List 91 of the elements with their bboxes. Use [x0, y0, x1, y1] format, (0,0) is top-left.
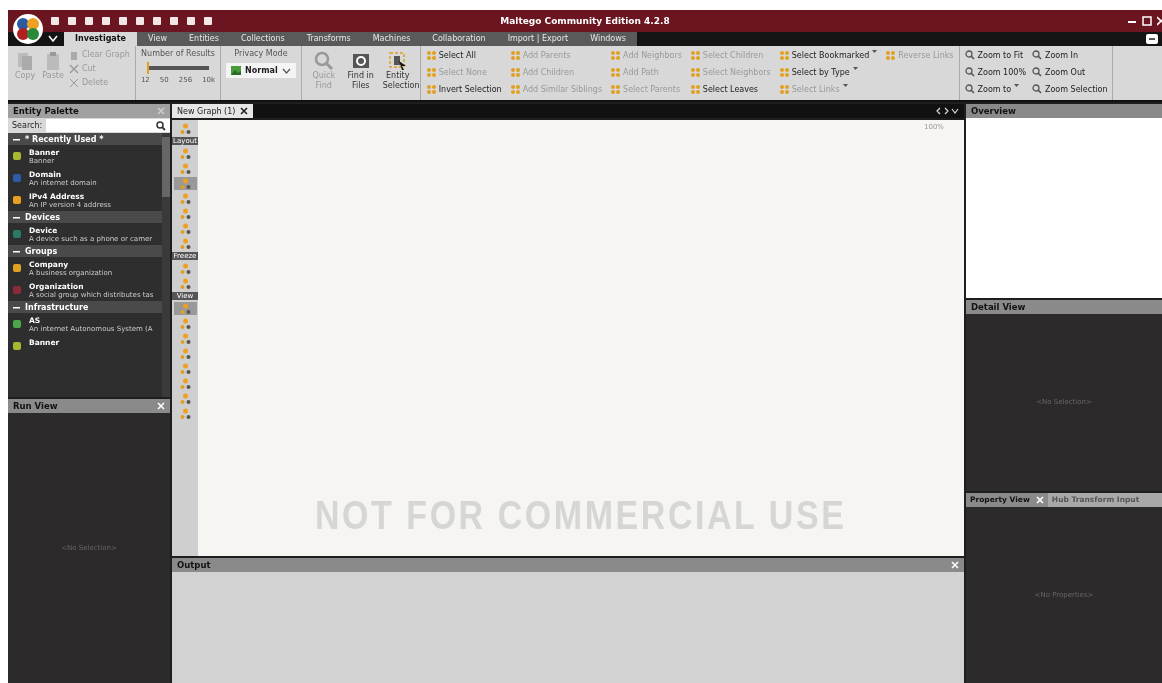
selection-button[interactable]: Invert Selection [425, 83, 502, 95]
ribbon-tab[interactable]: View [137, 32, 178, 46]
zoom-button[interactable]: Zoom to Fit [964, 49, 1026, 61]
nodes-icon [425, 50, 436, 60]
nodes-icon [179, 208, 191, 219]
maximize-icon[interactable] [1142, 16, 1152, 26]
cross-icon [68, 77, 79, 88]
nodes-icon [179, 238, 191, 249]
nodes-icon [778, 67, 789, 77]
nodes-icon [509, 84, 520, 94]
magnifier-icon [964, 67, 975, 77]
nodes-icon [179, 193, 191, 204]
nodes-icon [179, 348, 191, 359]
nodes-icon [610, 50, 621, 60]
group-label: Privacy Mode [234, 49, 288, 58]
zoom-button[interactable]: Zoom 100% [964, 66, 1026, 78]
nodes-icon [179, 363, 191, 374]
nodes-icon [425, 67, 436, 77]
image-icon [231, 66, 242, 75]
search-field[interactable] [46, 119, 170, 132]
nodes-icon [179, 223, 191, 234]
panel-title: Output [177, 560, 212, 570]
nodes-icon [509, 67, 520, 77]
ribbon-tab[interactable]: Investigate [64, 32, 137, 46]
nodes-icon [689, 84, 700, 94]
graph-tool-button[interactable] [173, 302, 197, 315]
selection-button[interactable]: Select Bookmarked [778, 49, 878, 61]
magnifier-icon [1032, 67, 1042, 77]
search-icon [156, 120, 166, 131]
document-search-button[interactable]: Find in Files [343, 49, 378, 93]
nodes-icon [179, 333, 191, 344]
zoom-button[interactable]: Zoom In [1032, 49, 1108, 61]
nodes-icon [179, 408, 191, 419]
graph-tool-button[interactable] [173, 177, 197, 190]
graph-tab[interactable]: New Graph (1) [172, 104, 254, 118]
zoom-button[interactable]: Zoom Out [1032, 66, 1108, 78]
magnifier-icon [964, 50, 975, 60]
category-header[interactable]: * Recently Used * [8, 133, 162, 145]
nodes-icon [778, 84, 789, 94]
search-label: Search: [11, 121, 44, 130]
ribbon-tab[interactable]: Entities [178, 32, 230, 46]
nodes-icon [689, 50, 700, 60]
nodes-icon [179, 163, 191, 174]
nodes-icon [179, 148, 191, 159]
ribbon-tab[interactable]: Windows [579, 32, 637, 46]
nodes-icon [179, 393, 191, 404]
nodes-icon [610, 67, 621, 77]
nodes-icon [179, 178, 191, 189]
panel-title: Overview [971, 106, 1017, 116]
selection-button[interactable]: Select All [425, 49, 502, 61]
nodes-icon [509, 50, 520, 60]
nodes-icon [179, 303, 191, 314]
chevron-down-icon[interactable] [48, 35, 58, 43]
selection-button[interactable]: Select Leaves [689, 83, 771, 95]
nodes-icon [425, 84, 436, 94]
ribbon-tab[interactable]: Machines [361, 32, 422, 46]
nodes-icon [610, 84, 621, 94]
nodes-icon [179, 378, 191, 389]
close-icon[interactable] [240, 107, 249, 115]
privacy-dropdown[interactable]: Normal [226, 63, 296, 78]
category-header[interactable]: Devices [8, 211, 162, 223]
cursor-icon [387, 51, 408, 71]
chevron-down-icon [281, 67, 291, 74]
nodes-icon [778, 50, 789, 60]
ribbon-tab[interactable]: Collaboration [421, 32, 497, 46]
magnifier-icon [1032, 50, 1042, 60]
scroll-arrows-icon[interactable] [936, 107, 960, 115]
nodes-icon [179, 318, 191, 329]
ribbon-tab[interactable]: Collections [229, 32, 296, 46]
search-icon [313, 51, 334, 71]
category-header[interactable]: Infrastructure [8, 301, 162, 313]
magnifier-icon [1032, 84, 1042, 94]
nodes-icon [179, 263, 191, 274]
nodes-icon [179, 123, 191, 134]
category-header[interactable]: Groups [8, 245, 162, 257]
scrollbar-thumb[interactable] [162, 137, 170, 197]
ribbon-tab[interactable]: Import | Export [496, 32, 580, 46]
zoom-button[interactable]: Zoom Selection [1032, 83, 1108, 95]
magnifier-icon [964, 84, 975, 94]
panel-title: Entity Palette [13, 106, 80, 116]
nodes-icon [885, 50, 896, 60]
panel-title: Detail View [971, 302, 1027, 312]
ribbon-tab[interactable]: Transforms [295, 32, 362, 46]
panel-title: Run View [13, 401, 59, 411]
group-label: Number of Results [141, 49, 215, 58]
selection-button[interactable]: Select by Type [778, 66, 878, 78]
scissors-icon [68, 63, 79, 74]
nodes-icon [689, 67, 700, 77]
nodes-icon [179, 278, 191, 289]
window-title: Maltego Community Edition 4.2.8 [500, 16, 670, 26]
zoom-button[interactable]: Zoom to [964, 83, 1026, 95]
